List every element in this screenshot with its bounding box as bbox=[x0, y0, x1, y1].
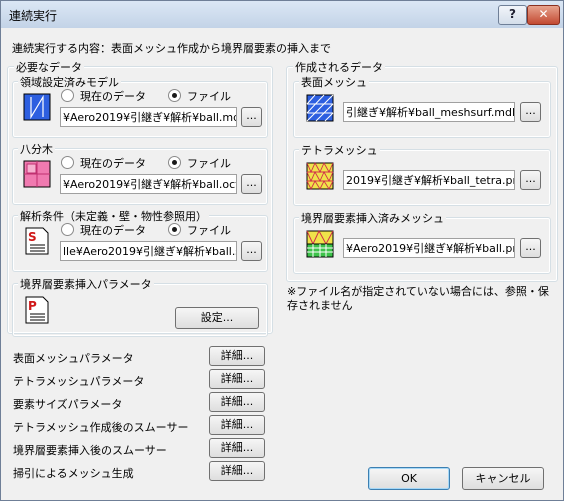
bl-settings-button[interactable]: 設定... bbox=[175, 307, 259, 329]
created-data-title: 作成されるデータ bbox=[293, 59, 385, 75]
param-detail-bl-smoother-button[interactable]: 詳細... bbox=[209, 438, 265, 458]
param-detail-tetra-mesh-button[interactable]: 詳細... bbox=[209, 369, 265, 389]
tetra-path-field[interactable]: 2019¥引継ぎ¥解析¥ball_tetra.pre bbox=[343, 170, 515, 190]
dialog-body: 連続実行する内容：表面メッシュ作成から境界層要素の挿入まで 必要なデータ 領域設… bbox=[4, 28, 560, 497]
boundary-mesh-group: 境界層要素挿入済みメッシュ ¥Aero2019¥引継ぎ¥解析¥ball.pre … bbox=[293, 210, 551, 274]
analysis-radio-file[interactable]: ファイル bbox=[168, 222, 231, 238]
boundary-layer-mesh-icon bbox=[306, 230, 334, 258]
document-p-icon: P bbox=[25, 296, 49, 324]
svg-text:S: S bbox=[28, 230, 37, 244]
param-label-tetra-mesh: テトラメッシュパラメータ bbox=[13, 375, 145, 388]
surface-path-field[interactable]: 引継ぎ¥解析¥ball_meshsurf.mdl bbox=[343, 102, 515, 122]
cancel-button[interactable]: キャンセル bbox=[462, 467, 544, 490]
required-data-title: 必要なデータ bbox=[14, 59, 84, 75]
svg-text:P: P bbox=[28, 299, 37, 313]
bl-param-group: 境界層要素挿入パラメータ P 設定... bbox=[12, 276, 268, 337]
boundary-path-field[interactable]: ¥Aero2019¥引継ぎ¥解析¥ball.pre bbox=[343, 238, 515, 258]
domain-radio-current[interactable]: 現在のデータ bbox=[61, 88, 146, 104]
octree-group: 八分木 現在のデータ ファイル ¥Aero2019¥引継ぎ¥解析¥ball.oc… bbox=[12, 141, 268, 205]
analysis-radio-current[interactable]: 現在のデータ bbox=[61, 222, 146, 238]
tetra-mesh-title: テトラメッシュ bbox=[299, 142, 380, 158]
param-detail-sweep-mesh-button[interactable]: 詳細... bbox=[209, 461, 265, 481]
close-button[interactable]: ✕ bbox=[527, 5, 560, 25]
param-label-tetra-smoother: テトラメッシュ作成後のスムーサー bbox=[13, 421, 189, 434]
analysis-browse-button[interactable]: ... bbox=[241, 241, 262, 261]
octree-title: 八分木 bbox=[18, 141, 55, 157]
param-detail-element-size-button[interactable]: 詳細... bbox=[209, 392, 265, 412]
ok-button[interactable]: OK bbox=[368, 467, 450, 490]
header-description: 連続実行する内容：表面メッシュ作成から境界層要素の挿入まで bbox=[12, 42, 331, 55]
octree-browse-button[interactable]: ... bbox=[241, 174, 262, 194]
document-s-icon: S bbox=[25, 227, 49, 255]
param-label-bl-smoother: 境界層要素挿入後のスムーサー bbox=[13, 444, 167, 457]
domain-path-field[interactable]: ¥Aero2019¥引継ぎ¥解析¥ball.mdl bbox=[60, 107, 237, 127]
window-title: 連続実行 bbox=[9, 9, 58, 23]
note-text: ※ファイル名が指定されていない場合には、参照・保存されません bbox=[287, 285, 549, 312]
param-label-sweep-mesh: 掃引によるメッシュ生成 bbox=[13, 467, 134, 480]
surface-browse-button[interactable]: ... bbox=[520, 102, 541, 122]
domain-radio-file[interactable]: ファイル bbox=[168, 88, 231, 104]
analysis-condition-group: 解析条件（未定義・壁・物性参照用） S 現在のデータ ファイル lle¥Aero… bbox=[12, 208, 268, 272]
surface-mesh-title: 表面メッシュ bbox=[299, 74, 369, 90]
octree-icon bbox=[23, 160, 51, 188]
boundary-mesh-title: 境界層要素挿入済みメッシュ bbox=[299, 210, 446, 226]
title-bar: 連続実行 ? ✕ bbox=[1, 1, 563, 28]
analysis-path-field[interactable]: lle¥Aero2019¥引継ぎ¥解析¥ball.s bbox=[60, 241, 237, 261]
param-label-surface-mesh: 表面メッシュパラメータ bbox=[13, 352, 134, 365]
tetra-browse-button[interactable]: ... bbox=[520, 170, 541, 190]
domain-model-group: 領域設定済みモデル 現在のデータ ファイル ¥Aero2019¥引継ぎ¥解析¥b… bbox=[12, 74, 268, 138]
model-icon bbox=[23, 93, 51, 121]
tetra-mesh-icon bbox=[306, 162, 334, 190]
domain-browse-button[interactable]: ... bbox=[241, 107, 262, 127]
param-detail-surface-mesh-button[interactable]: 詳細... bbox=[209, 346, 265, 366]
tetra-mesh-group: テトラメッシュ 2019¥引継ぎ¥解析¥ball_tetra.pre ... bbox=[293, 142, 551, 206]
help-button[interactable]: ? bbox=[498, 5, 527, 25]
surface-mesh-icon bbox=[306, 94, 334, 122]
octree-path-field[interactable]: ¥Aero2019¥引継ぎ¥解析¥ball.oct bbox=[60, 174, 237, 194]
dialog-window: 連続実行 ? ✕ 連続実行する内容：表面メッシュ作成から境界層要素の挿入まで 必… bbox=[0, 0, 564, 501]
octree-radio-file[interactable]: ファイル bbox=[168, 155, 231, 171]
param-label-element-size: 要素サイズパラメータ bbox=[13, 398, 123, 411]
surface-mesh-group: 表面メッシュ 引継ぎ¥解析¥ball_meshsurf.mdl ... bbox=[293, 74, 551, 138]
octree-radio-current[interactable]: 現在のデータ bbox=[61, 155, 146, 171]
param-detail-tetra-smoother-button[interactable]: 詳細... bbox=[209, 415, 265, 435]
bl-param-title: 境界層要素挿入パラメータ bbox=[18, 276, 154, 292]
boundary-browse-button[interactable]: ... bbox=[520, 238, 541, 258]
